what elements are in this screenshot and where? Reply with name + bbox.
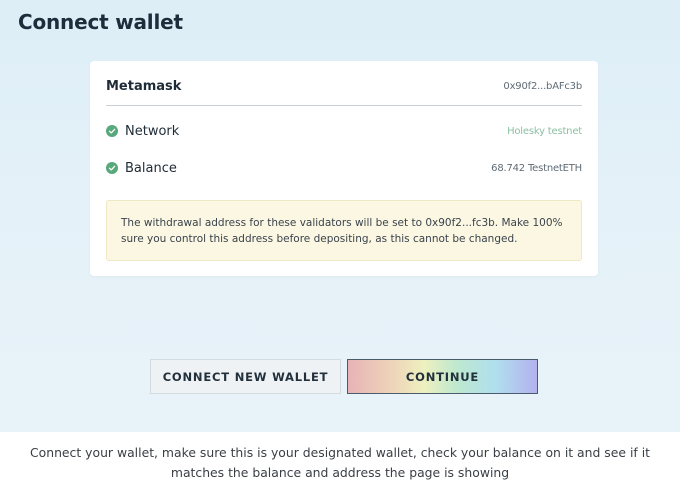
connect-wallet-screen: Connect wallet Metamask 0x90f2...bAFc3b … [0,0,680,432]
divider [106,105,582,106]
wallet-name: Metamask [106,78,182,94]
balance-label: Balance [125,160,177,176]
page-title: Connect wallet [18,10,183,34]
withdrawal-notice: The withdrawal address for these validat… [106,200,582,261]
check-circle-icon [106,162,118,174]
network-row: Network Holesky testnet [106,120,582,142]
wallet-address: 0x90f2...bAFc3b [503,80,582,92]
check-circle-icon [106,125,118,137]
balance-row: Balance 68.742 TestnetETH [106,157,582,179]
wallet-row: Metamask 0x90f2...bAFc3b [106,75,582,97]
caption: Connect your wallet, make sure this is y… [29,445,650,480]
connect-new-wallet-button[interactable]: CONNECT NEW WALLET [150,359,341,394]
balance-value: 68.742 TestnetETH [491,162,582,174]
network-value: Holesky testnet [507,125,582,137]
wallet-card: Metamask 0x90f2...bAFc3b Network Holesky… [90,61,598,276]
network-label: Network [125,123,180,139]
continue-button[interactable]: CONTINUE [347,359,538,394]
